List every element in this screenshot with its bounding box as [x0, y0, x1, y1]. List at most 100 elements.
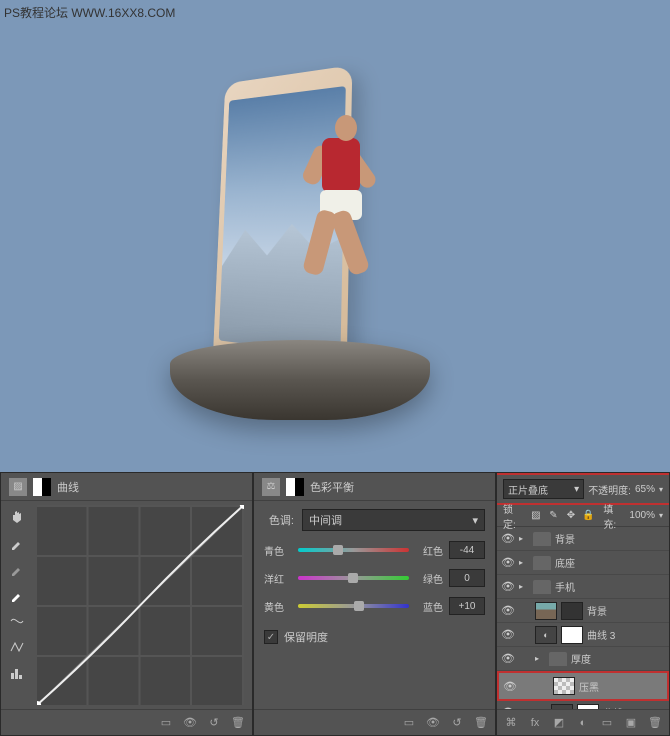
layer-thumb [535, 602, 557, 620]
fill-value[interactable]: 100% [629, 510, 655, 521]
tone-dropdown[interactable]: 中间调 ▾ [302, 509, 485, 531]
blend-mode-value: 正片叠底 [508, 482, 548, 497]
visibility-eye-icon[interactable]: 👁 [503, 679, 517, 693]
pencil-tool[interactable] [5, 609, 29, 633]
color-balance-header: ⚖ 色彩平衡 [254, 473, 495, 501]
visibility-eye-icon[interactable]: 👁 [501, 628, 515, 642]
magenta-label: 洋红 [264, 571, 292, 586]
layer-name: 背景 [555, 531, 665, 546]
preserve-luminosity-label: 保留明度 [284, 629, 328, 645]
tone-label: 色调: [264, 512, 294, 528]
trash-icon[interactable]: 🗑 [473, 715, 489, 731]
hand-tool[interactable] [5, 505, 29, 529]
composite-image [180, 60, 460, 430]
cyan-red-slider[interactable] [298, 548, 409, 552]
new-layer-icon[interactable]: ▣ [623, 715, 639, 731]
layer-row[interactable]: 👁 ▸ 手机 [497, 575, 669, 599]
curves-icon: ▨ [9, 478, 27, 496]
link-icon[interactable]: ⌘ [503, 715, 519, 731]
lock-transparency-icon[interactable]: ▨ [529, 509, 543, 523]
fx-icon[interactable]: fx [527, 715, 543, 731]
blend-mode-dropdown[interactable]: 正片叠底 ▾ [503, 479, 584, 499]
layer-row[interactable]: 👁 ▸ 背景 [497, 527, 669, 551]
opacity-value[interactable]: 65% [635, 484, 655, 495]
visibility-eye-icon[interactable]: 👁 [501, 556, 515, 570]
folder-icon [549, 652, 567, 666]
lock-paint-icon[interactable]: ✎ [547, 509, 561, 523]
layer-name: 底座 [555, 555, 665, 570]
layers-footer: ⌘ fx ◩ ◐ ▭ ▣ 🗑 [497, 709, 669, 735]
yellow-label: 黄色 [264, 599, 292, 614]
chevron-down-icon: ▾ [472, 514, 478, 527]
balance-icon: ⚖ [262, 478, 280, 496]
expand-arrow-icon[interactable]: ▸ [519, 558, 529, 567]
folder-icon[interactable]: ▭ [599, 715, 615, 731]
layers-lock-row: 锁定: ▨ ✎ ✥ 🔒 填充: 100% ▾ [497, 505, 669, 527]
reset-icon[interactable]: ↺ [449, 715, 465, 731]
histogram-toggle[interactable] [5, 661, 29, 685]
folder-icon [533, 532, 551, 546]
visibility-eye-icon[interactable]: 👁 [501, 532, 515, 546]
eye-icon[interactable]: 👁 [182, 715, 198, 731]
chevron-down-icon[interactable]: ▾ [659, 485, 663, 494]
magenta-green-value[interactable]: 0 [449, 569, 485, 587]
layer-name: 曲线 3 [587, 627, 665, 642]
lock-position-icon[interactable]: ✥ [564, 509, 578, 523]
eyedropper-white[interactable] [5, 583, 29, 607]
layer-row[interactable]: 👁 背景 [497, 599, 669, 623]
green-label: 绿色 [415, 571, 443, 586]
yellow-blue-slider-row: 黄色 蓝色 +10 [264, 597, 485, 615]
mask-icon[interactable]: ◩ [551, 715, 567, 731]
layer-name: 背景 [587, 603, 665, 618]
layer-row[interactable]: 👁压黑 [497, 671, 669, 701]
visibility-eye-icon[interactable]: 👁 [501, 604, 515, 618]
rock-platform [170, 340, 430, 420]
cyan-label: 青色 [264, 543, 292, 558]
adjustment-thumb: ◐ [535, 626, 557, 644]
runner-figure [280, 110, 400, 330]
layer-thumb [553, 677, 575, 695]
layer-row[interactable]: 👁◐曲线 5 [497, 701, 669, 709]
magenta-green-slider[interactable] [298, 576, 409, 580]
curves-header: ▨ 曲线 [1, 473, 252, 501]
yellow-blue-slider[interactable] [298, 604, 409, 608]
trash-icon[interactable]: 🗑 [230, 715, 246, 731]
red-label: 红色 [415, 543, 443, 558]
eyedropper-black[interactable] [5, 531, 29, 555]
preserve-luminosity-checkbox[interactable]: ✓ [264, 630, 278, 644]
layer-row[interactable]: 👁 ▸ 底座 [497, 551, 669, 575]
eyedropper-gray[interactable] [5, 557, 29, 581]
layer-name: 厚度 [571, 651, 665, 666]
watermark: PS教程论坛 WWW.16XX8.COM [4, 4, 175, 21]
tone-value: 中间调 [309, 512, 342, 528]
visibility-eye-icon[interactable]: 👁 [501, 652, 515, 666]
clip-icon[interactable]: ▭ [401, 715, 417, 731]
adjustment-icon[interactable]: ◐ [575, 715, 591, 731]
reset-icon[interactable]: ↺ [206, 715, 222, 731]
chevron-down-icon[interactable]: ▾ [659, 511, 663, 520]
visibility-eye-icon[interactable]: 👁 [501, 580, 515, 594]
layer-name: 手机 [555, 579, 665, 594]
cyan-red-value[interactable]: -44 [449, 541, 485, 559]
color-balance-panel: ⚖ 色彩平衡 色调: 中间调 ▾ 青色 红色 -44 洋红 绿色 [253, 472, 496, 736]
color-balance-footer: ▭ 👁 ↺ 🗑 [254, 709, 495, 735]
clip-icon[interactable]: ▭ [158, 715, 174, 731]
folder-icon [533, 556, 551, 570]
adjustment-mask-icon [286, 478, 304, 496]
layer-row[interactable]: 👁 ▸ 厚度 [497, 647, 669, 671]
curves-graph[interactable] [37, 505, 244, 705]
expand-arrow-icon[interactable]: ▸ [519, 534, 529, 543]
expand-arrow-icon[interactable]: ▸ [519, 582, 529, 591]
canvas-area[interactable]: PS教程论坛 WWW.16XX8.COM [0, 0, 670, 472]
smooth-tool[interactable] [5, 635, 29, 659]
eye-icon[interactable]: 👁 [425, 715, 441, 731]
fill-label: 填充: [603, 501, 625, 531]
yellow-blue-value[interactable]: +10 [449, 597, 485, 615]
expand-arrow-icon[interactable]: ▸ [535, 654, 545, 663]
cyan-red-slider-row: 青色 红色 -44 [264, 541, 485, 559]
lock-all-icon[interactable]: 🔒 [582, 509, 596, 523]
trash-icon[interactable]: 🗑 [647, 715, 663, 731]
layers-list[interactable]: 👁▸背景👁▸底座👁▸手机👁背景👁◐曲线 3👁▸厚度👁压黑👁◐曲线 5👁◐色彩平衡… [497, 527, 669, 709]
adjustment-mask-icon [33, 478, 51, 496]
layer-row[interactable]: 👁 ◐ 曲线 3 [497, 623, 669, 647]
